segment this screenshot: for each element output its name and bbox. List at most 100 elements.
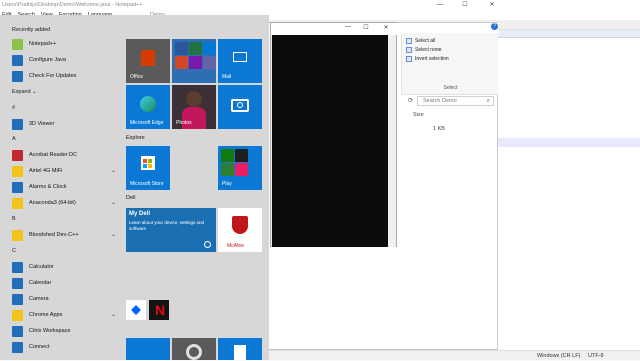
app-list: Recently added Notepad++ Configure Java … [0,15,122,360]
window-title: Users\Prathiju\Desktop\Demo\Welcome.java… [0,0,640,10]
dell-logo-icon [204,241,211,248]
connect-icon [12,341,23,353]
onedrive-icon [203,42,216,55]
app-item[interactable]: Configure Java [12,54,66,66]
app-item[interactable]: Bloodshed Dev-C++ [12,229,79,241]
calendar-icon [12,277,23,289]
chevron-down-icon[interactable]: ⌄ [111,311,116,318]
candy-crush-icon [235,163,248,176]
console-close-button[interactable]: ✕ [379,24,393,31]
folder-icon [12,197,23,209]
mcafee-shield-icon [232,216,248,234]
app-item[interactable]: 3D Viewer [12,118,54,130]
camera-lens-icon [237,102,243,108]
ribbon-group-label: Select [443,85,458,91]
invert-selection-button[interactable]: Invert selection [406,55,449,63]
mcafee-tile[interactable]: McAfee [218,208,262,252]
group-header-explore[interactable]: Explore [126,135,145,141]
powerpoint-icon [175,56,188,69]
dropbox-tile[interactable] [126,300,146,320]
console-minimize-button[interactable]: — [341,24,355,30]
play-tile[interactable]: Play [218,146,262,190]
document-icon [234,345,246,360]
folder-icon [12,229,23,241]
office-tile[interactable]: Office [126,39,170,83]
letter-header[interactable]: B [12,216,16,222]
refresh-icon[interactable]: ⟳ [406,96,415,106]
notepadpp-icon [12,38,23,50]
search-icon: ⌕ [486,98,490,104]
select-none-button[interactable]: Select none [406,46,441,54]
letter-header[interactable]: C [12,248,16,254]
maximize-button[interactable]: ☐ [455,0,475,10]
select-none-icon [406,47,412,53]
edge-tile[interactable]: Microsoft Edge [126,85,170,129]
column-header-size[interactable]: Size [413,112,424,118]
xbox-icon [221,149,234,162]
3d-viewer-icon [12,118,23,130]
close-button[interactable]: ✕ [482,0,502,10]
console-output[interactable] [272,35,388,247]
app-circle-icon [186,344,202,360]
app-item[interactable]: Anaconda3 (64-bit) [12,197,76,209]
folder-icon [12,165,23,177]
chevron-down-icon[interactable]: ⌄ [111,199,116,206]
app-item[interactable]: Connect [12,341,50,353]
letter-header[interactable]: A [12,136,16,142]
person-photo [186,91,202,107]
console-scrollbar[interactable] [388,35,396,247]
edge-icon [140,96,156,112]
app-item[interactable]: Alarms & Clock [12,181,67,193]
tab-strip [496,30,640,38]
photos-tile[interactable]: Photos [172,85,216,129]
store-icon [141,156,155,170]
app-item[interactable]: Airtel 4G MiFi [12,165,62,177]
calculator-icon [12,261,23,273]
app-item[interactable]: Notepad++ [12,38,56,50]
select-all-button[interactable]: Select all [406,37,435,45]
solitaire-icon [221,163,234,176]
weather-tile[interactable] [126,338,170,360]
app-item[interactable]: Camera [12,293,49,305]
game-icon [235,149,248,162]
group-header-dell[interactable]: Dell [126,195,135,201]
help-icon[interactable]: ? [491,23,498,30]
minimize-button[interactable]: — [430,0,450,10]
alarm-clock-icon [12,181,23,193]
letter-header[interactable]: # [12,105,15,111]
paint-tile[interactable] [218,338,262,360]
store-tile[interactable]: Microsoft Store [126,146,170,190]
app-item[interactable]: Calendar [12,277,51,289]
app-item[interactable]: Citrix Workspace [12,325,70,337]
word-icon [175,42,188,55]
chevron-down-icon[interactable]: ⌄ [111,167,116,174]
java-icon [12,54,23,66]
invert-selection-icon [406,56,412,62]
camera-tile[interactable] [218,85,262,129]
my-dell-tile[interactable]: My Dell Learn about your device, setting… [126,208,216,252]
app-tile[interactable] [172,338,216,360]
java-update-icon [12,70,23,82]
expand-button[interactable]: Expand ⌄ [12,89,37,95]
office-apps-folder-tile[interactable] [172,39,216,83]
app-item[interactable]: Chrome Apps [12,309,62,321]
onenote-icon [189,56,202,69]
start-menu: Recently added Notepad++ Configure Java … [0,15,269,360]
office-icon [141,50,155,66]
citrix-icon [12,325,23,337]
console-maximize-button[interactable]: ☐ [359,24,373,31]
my-dell-title: My Dell [129,211,151,217]
recently-added-heading: Recently added [12,27,51,33]
netflix-icon: N [155,302,166,318]
app-item[interactable]: Check For Updates [12,70,76,82]
console-titlebar: — ☐ ✕ [271,23,398,35]
netflix-tile[interactable]: N [149,300,169,320]
app-item[interactable]: Acrobat Reader DC [12,149,77,161]
search-input[interactable]: Search Demo ⌕ [417,96,494,106]
my-dell-description: Learn about your device, settings and so… [129,220,205,231]
chevron-down-icon[interactable]: ⌄ [111,231,116,238]
app-item[interactable]: Calculator [12,261,54,273]
console-window[interactable]: — ☐ ✕ [270,22,398,247]
mail-tile[interactable]: Mail [218,39,262,83]
folder-icon [12,309,23,321]
